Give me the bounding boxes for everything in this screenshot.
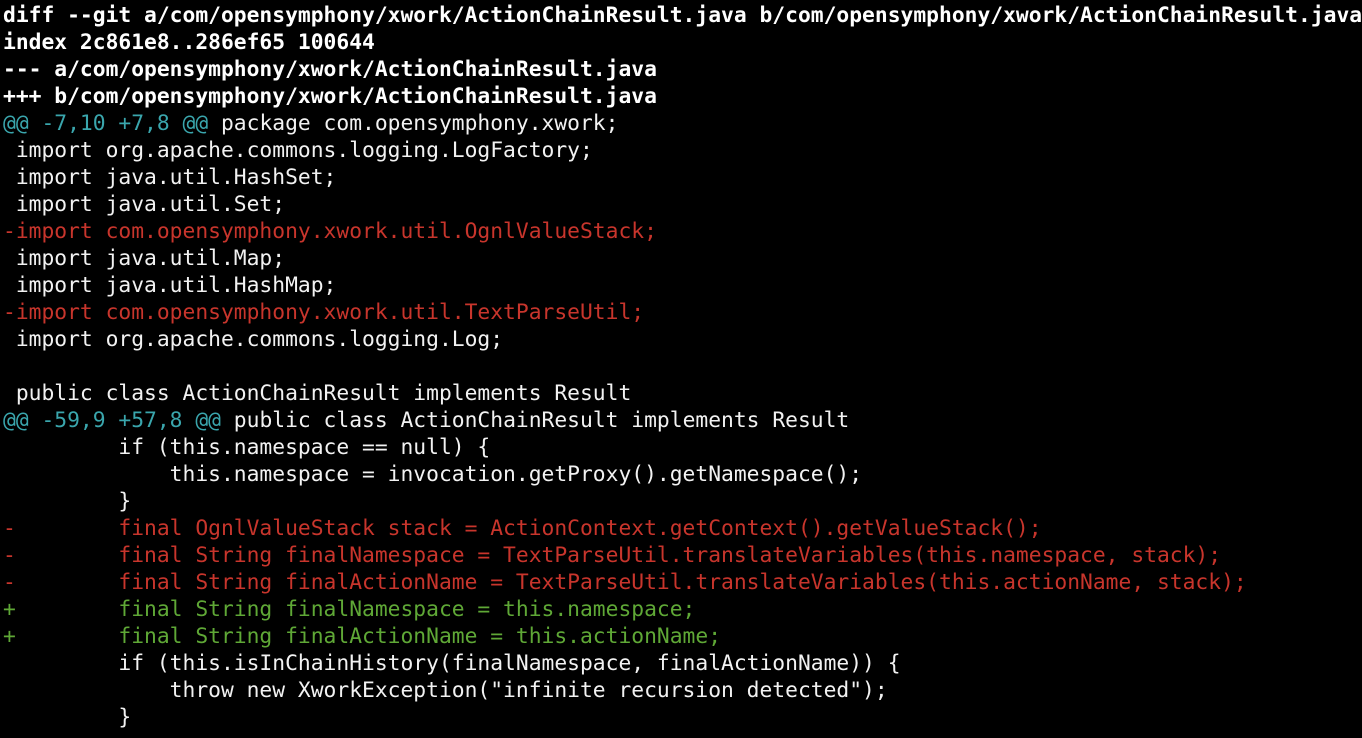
hunk-marker: @@ -59,9 +57,8 @@ — [3, 408, 221, 433]
diff-index-line: index 2c861e8..286ef65 100644 — [3, 30, 375, 55]
diff-new-file-line: +++ b/com/opensymphony/xwork/ActionChain… — [3, 84, 657, 109]
diff-context-line: } — [3, 705, 132, 730]
diff-context-line: this.namespace = invocation.getProxy().g… — [3, 462, 863, 487]
terminal-window[interactable]: diff --git a/com/opensymphony/xwork/Acti… — [0, 0, 1362, 738]
diff-context-line: import java.util.Set; — [3, 192, 286, 217]
diff-context-line: if (this.namespace == null) { — [3, 435, 491, 460]
diff-removed-line: - final String finalActionName = TextPar… — [3, 570, 1247, 595]
hunk-header: @@ -7,10 +7,8 @@ package com.opensymphon… — [0, 110, 1362, 137]
diff-context-line: import org.apache.commons.logging.LogFac… — [3, 138, 593, 163]
diff-context-line: if (this.isInChainHistory(finalNamespace… — [3, 651, 901, 676]
diff-removed-line: - final String finalNamespace = TextPars… — [3, 543, 1222, 568]
diff-context-line: import org.apache.commons.logging.Log; — [3, 327, 504, 352]
diff-added-line: + final String finalNamespace = this.nam… — [3, 597, 696, 622]
diff-context-line: import java.util.Map; — [3, 246, 286, 271]
diff-header-line: diff --git a/com/opensymphony/xwork/Acti… — [3, 3, 1362, 28]
diff-removed-line: - final OgnlValueStack stack = ActionCon… — [3, 516, 1042, 541]
diff-context-line: import java.util.HashSet; — [3, 165, 337, 190]
diff-added-line: + final String finalActionName = this.ac… — [3, 624, 722, 649]
hunk-header: @@ -59,9 +57,8 @@ public class ActionCha… — [0, 407, 1362, 434]
diff-old-file-line: --- a/com/opensymphony/xwork/ActionChain… — [3, 57, 657, 82]
diff-removed-line: -import com.opensymphony.xwork.util.Text… — [3, 300, 645, 325]
diff-context-line: throw new XworkException("infinite recur… — [3, 678, 888, 703]
diff-context-line: public class ActionChainResult implement… — [3, 381, 632, 406]
hunk-context: package com.opensymphony.xwork; — [208, 111, 619, 136]
diff-blank-line — [0, 353, 1362, 380]
diff-removed-line: -import com.opensymphony.xwork.util.Ognl… — [3, 219, 657, 244]
diff-context-line: } — [3, 489, 132, 514]
hunk-marker: @@ -7,10 +7,8 @@ — [3, 111, 209, 136]
diff-context-line: import java.util.HashMap; — [3, 273, 337, 298]
hunk-context: public class ActionChainResult implement… — [220, 408, 850, 433]
